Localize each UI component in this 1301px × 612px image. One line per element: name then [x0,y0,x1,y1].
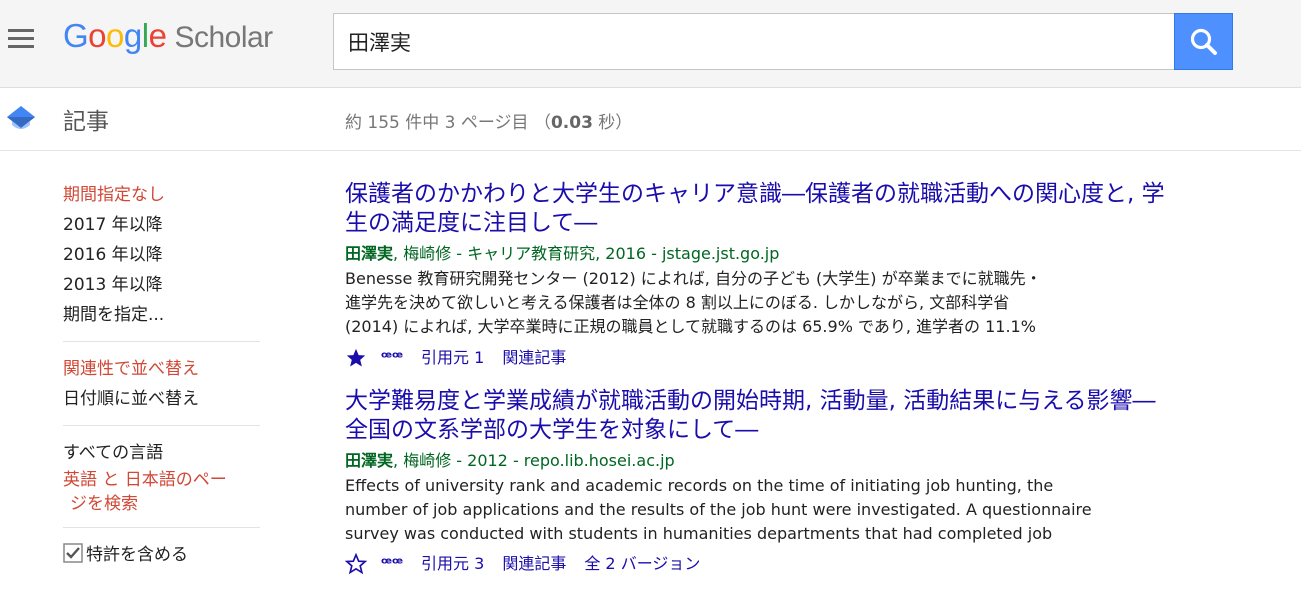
result-snippet: Benesse 教育研究開発センター (2012) によれば, 自分の子ども (… [345,267,1175,339]
lang-search-en-ja[interactable]: 英語 と 日本語のペー ジを検索 [63,468,263,516]
subbar: 記事 約 155 件中 3 ページ目 （0.03 秒） [0,88,1301,151]
lang-search-line2: ジを検索 [70,494,138,514]
result-item: 保護者のかかわりと大学生のキャリア意識―保護者の就職活動への関心度と, 学 生の… [345,180,1265,373]
snippet-line: survey was conducted with students in hu… [345,523,1053,543]
result-title-line: 全国の文系学部の大学生を対象にして― [345,416,759,443]
logo-scholar-text: Scholar [174,21,273,54]
logo-letter: l [141,17,149,54]
checkbox-checked-icon[interactable] [63,543,83,563]
result-meta-rest: , 梅崎修 - キャリア教育研究, 2016 - jstage.jst.go.j… [393,244,780,263]
stats-prefix: 約 155 件中 3 ページ目 （ [345,113,551,133]
result-title-line: 大学難易度と学業成績が就職活動の開始時期, 活動量, 活動結果に与える影響― [345,387,1156,414]
result-title-line: 生の満足度に注目して― [345,210,598,236]
result-meta-rest: , 梅崎修 - 2012 - repo.lib.hosei.ac.jp [393,450,675,470]
all-versions-link[interactable]: 全 2 バージョン [584,554,700,573]
result-title[interactable]: 保護者のかかわりと大学生のキャリア意識―保護者の就職活動への関心度と, 学 生の… [345,180,1265,238]
divider [63,527,260,528]
author-link[interactable]: 田澤実 [345,451,393,470]
sidebar: 期間指定なし 2017 年以降 2016 年以降 2013 年以降 期間を指定.… [63,180,263,570]
result-meta: 田澤実, 梅崎修 - キャリア教育研究, 2016 - jstage.jst.g… [345,240,1265,267]
include-patents[interactable]: 特許を含める [63,540,263,570]
sort-by-relevance[interactable]: 関連性で並べ替え [63,354,263,384]
cited-by-link[interactable]: 引用元 3 [421,554,484,573]
snippet-line: Effects of university rank and academic … [345,475,1054,495]
cite-icon[interactable]: ꟹꟹ [381,348,403,367]
cite-icon[interactable]: ꟹꟹ [381,554,403,573]
filter-since-2016[interactable]: 2016 年以降 [63,240,263,270]
divider [63,425,260,426]
result-item: 大学難易度と学業成績が就職活動の開始時期, 活動量, 活動結果に与える影響― 全… [345,387,1265,580]
logo-letter: o [88,17,107,54]
related-articles-link[interactable]: 関連記事 [502,554,566,573]
filter-custom-range[interactable]: 期間を指定... [63,300,263,330]
author-link[interactable]: 田澤実 [345,244,393,263]
divider [63,341,260,342]
sort-by-date[interactable]: 日付順に並べ替え [63,384,263,414]
lang-search-line1: 英語 と 日本語のペー [63,470,227,490]
snippet-line: (2014) によれば, 大学卒業時に正規の職員として就職するのは 65.9% … [345,317,1036,336]
logo-letter: g [123,17,142,54]
hamburger-menu-icon[interactable] [6,26,36,52]
header: Google Scholar [0,0,1301,88]
stats-suffix: 秒） [592,113,633,133]
lang-all[interactable]: すべての言語 [63,438,263,468]
result-snippet: Effects of university rank and academic … [345,474,1175,546]
snippet-line: Benesse 教育研究開発センター (2012) によれば, 自分の子ども (… [345,269,1042,288]
scholar-cap-icon [7,106,35,129]
result-stats: 約 155 件中 3 ページ目 （0.03 秒） [345,108,632,133]
google-scholar-logo[interactable]: Google Scholar [63,17,273,55]
search-input[interactable] [333,13,1174,70]
result-title[interactable]: 大学難易度と学業成績が就職活動の開始時期, 活動量, 活動結果に与える影響― 全… [345,387,1265,445]
result-title-line: 保護者のかかわりと大学生のキャリア意識―保護者の就職活動への関心度と, 学 [345,181,1165,207]
star-filled-icon[interactable] [345,347,367,369]
search-icon [1190,28,1217,55]
related-articles-link[interactable]: 関連記事 [502,348,566,367]
snippet-line: number of job applications and the resul… [345,499,1092,519]
logo-letter: G [63,17,89,54]
filter-any-time[interactable]: 期間指定なし [63,180,263,210]
include-patents-label: 特許を含める [86,545,188,565]
search-button[interactable] [1174,13,1233,70]
result-actions: ꟹꟹ 引用元 1 関連記事 [345,342,1265,373]
cited-by-link[interactable]: 引用元 1 [421,348,484,367]
result-actions: ꟹꟹ 引用元 3 関連記事全 2 バージョン [345,549,1265,580]
snippet-line: 進学先を決めて欲しいと考える保護者は全体の 8 割以上にのぼる. しかしながら,… [345,293,1010,312]
results-list: 保護者のかかわりと大学生のキャリア意識―保護者の就職活動への関心度と, 学 生の… [345,180,1265,593]
logo-letter: o [106,17,124,54]
result-meta: 田澤実, 梅崎修 - 2012 - repo.lib.hosei.ac.jp [345,447,1265,474]
filter-since-2013[interactable]: 2013 年以降 [63,270,263,300]
stats-time: 0.03 [550,113,593,133]
filter-since-2017[interactable]: 2017 年以降 [63,210,263,240]
star-outline-icon[interactable] [345,553,367,575]
logo-letter: e [148,17,167,54]
articles-label[interactable]: 記事 [63,102,109,136]
